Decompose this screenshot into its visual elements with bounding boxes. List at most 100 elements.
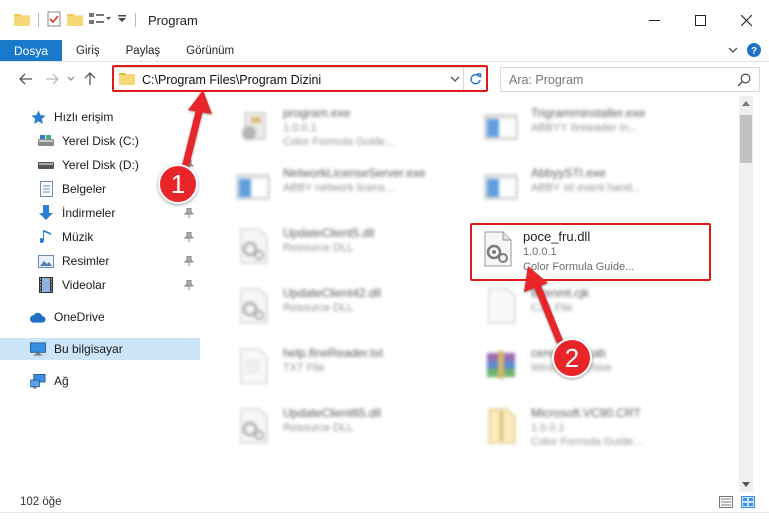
pin-icon[interactable]	[183, 255, 195, 269]
file-description: Color Formula Guide...	[531, 436, 643, 448]
new-folder-icon[interactable]	[67, 12, 83, 29]
file-item[interactable]: NetworkLicenseServer.exe ABBY network li…	[213, 160, 453, 212]
tab-share[interactable]: Paylaş	[112, 40, 173, 61]
scroll-up-icon[interactable]	[742, 100, 750, 106]
file-name: UpdateClient5.dll	[283, 226, 375, 240]
downloads-icon	[38, 205, 54, 221]
file-item[interactable]: UpdateClient42.dll Resource DLL	[213, 280, 453, 332]
close-button[interactable]	[723, 0, 769, 40]
sidebar-item-label: Videolar	[62, 278, 106, 292]
arrow-left-icon	[19, 73, 32, 85]
toolbar-divider	[38, 13, 39, 27]
app-window-icon	[483, 107, 519, 145]
tab-view[interactable]: Görünüm	[172, 40, 246, 61]
window-controls	[631, 0, 769, 40]
chevron-down-icon	[450, 76, 460, 82]
documents-icon	[38, 181, 54, 197]
help-button[interactable]: ?	[747, 42, 761, 60]
file-name: Trigramminstaller.exe	[531, 106, 646, 120]
file-item[interactable]: program.exe 1.0.0.1 Color Formula Guide.…	[213, 100, 453, 152]
file-version: 1.0.0.1	[531, 422, 565, 434]
tab-home[interactable]: Giriş	[62, 40, 112, 61]
folder-zip-icon	[483, 407, 519, 445]
sidebar-item-label: Hızlı erişim	[54, 110, 114, 124]
file-item[interactable]: Bilenmt.cjk CJK File	[461, 280, 701, 332]
expand-ribbon-button[interactable]	[727, 44, 739, 59]
refresh-button[interactable]	[464, 67, 487, 92]
pin-icon[interactable]	[183, 279, 195, 293]
music-icon	[38, 229, 54, 245]
star-icon	[30, 109, 46, 125]
title-bar: Program	[0, 0, 769, 40]
scroll-down-icon[interactable]	[742, 482, 750, 488]
pin-icon[interactable]	[183, 207, 195, 221]
search-box[interactable]: Ara: Program	[500, 67, 760, 92]
file-item[interactable]: Trigramminstaller.exe ABBYY Itrewader In…	[461, 100, 701, 152]
sidebar-item-pictures[interactable]: Resimler	[0, 250, 200, 272]
navigation-pane: Hızlı erişim Yerel Disk (C:) Yerel Disk …	[0, 100, 203, 478]
properties-icon[interactable]	[47, 11, 61, 30]
blank-file-icon	[483, 287, 519, 325]
address-history-button[interactable]	[449, 73, 461, 88]
callout-badge-1: 1	[158, 164, 198, 204]
file-description: Color Formula Guide...	[283, 136, 395, 148]
details-view-icon[interactable]	[719, 496, 733, 511]
sidebar-item-onedrive[interactable]: OneDrive	[0, 306, 200, 328]
drive-icon	[38, 133, 54, 149]
back-button[interactable]	[14, 67, 38, 91]
ribbon-right-controls: ?	[727, 42, 761, 60]
sidebar-item-videos[interactable]: Videolar	[0, 274, 200, 296]
file-item[interactable]: Microsoft.VC90.CRT 1.0.0.1 Color Formula…	[461, 400, 701, 452]
file-name: Microsoft.VC90.CRT	[531, 406, 641, 420]
toolbar-divider	[135, 13, 136, 27]
target-file-highlight-frame	[470, 223, 711, 281]
file-name: NetworkLicenseServer.exe	[283, 166, 426, 180]
file-list: program.exe 1.0.0.1 Color Formula Guide.…	[203, 100, 739, 478]
file-description: Resource DLL	[283, 242, 354, 254]
scrollbar-thumb[interactable]	[740, 115, 752, 163]
up-button[interactable]	[78, 67, 102, 91]
customize-toolbar-icon[interactable]	[117, 13, 127, 27]
address-bar[interactable]: C:\Program Files\Program Dizini	[112, 67, 464, 92]
window-title: Program	[148, 12, 198, 28]
videos-icon	[38, 277, 54, 293]
address-path[interactable]: C:\Program Files\Program Dizini	[142, 73, 321, 87]
file-description: ABBY network licens...	[283, 182, 395, 194]
sidebar-item-this-pc[interactable]: Bu bilgisayar	[0, 338, 200, 360]
minimize-button[interactable]	[631, 0, 677, 40]
quick-access-toolbar	[0, 11, 138, 30]
svg-text:?: ?	[751, 46, 757, 57]
sidebar-item-downloads[interactable]: İndirmeler	[0, 202, 200, 224]
file-item[interactable]: help.fineReader.txt TXT File	[213, 340, 453, 392]
recent-locations-button[interactable]	[64, 67, 78, 91]
help-icon: ?	[747, 42, 761, 57]
dll-icon	[235, 287, 271, 325]
forward-button[interactable]	[40, 67, 64, 91]
file-description: TXT File	[283, 362, 325, 374]
folder-icon	[119, 71, 135, 88]
tab-file[interactable]: Dosya	[0, 40, 62, 61]
sidebar-item-network[interactable]: Ağ	[0, 370, 200, 392]
sidebar-item-label: OneDrive	[54, 310, 105, 324]
pin-icon[interactable]	[183, 231, 195, 245]
sidebar-item-label: Resimler	[62, 254, 110, 268]
maximize-button[interactable]	[677, 0, 723, 40]
status-bar: 102 öğe	[0, 492, 769, 512]
file-description: ABBYY Itrewader In...	[531, 122, 638, 134]
sidebar-item-music[interactable]: Müzik	[0, 226, 200, 248]
file-item[interactable]: UpdateClient5.dll Resource DLL	[213, 220, 453, 272]
sidebar-item-quick-access[interactable]: Hızlı erişim	[0, 106, 200, 128]
search-input[interactable]: Ara: Program	[509, 73, 583, 87]
sidebar-item-local-disk-c[interactable]: Yerel Disk (C:)	[0, 130, 200, 152]
file-name: Bilenmt.cjk	[531, 286, 590, 300]
large-icons-view-icon[interactable]	[741, 496, 755, 511]
file-item[interactable]: AbbyySTI.exe ABBY sti event hand...	[461, 160, 701, 212]
file-item[interactable]: UpdateClient65.dll Resource DLL	[213, 400, 453, 452]
file-name: AbbyySTI.exe	[531, 166, 606, 180]
view-options-icon[interactable]	[89, 12, 111, 29]
close-icon	[740, 14, 752, 26]
search-icon[interactable]	[737, 73, 751, 90]
sidebar-item-label: Müzik	[62, 230, 94, 244]
file-name: help.fineReader.txt	[283, 346, 384, 360]
pictures-icon	[38, 253, 54, 269]
